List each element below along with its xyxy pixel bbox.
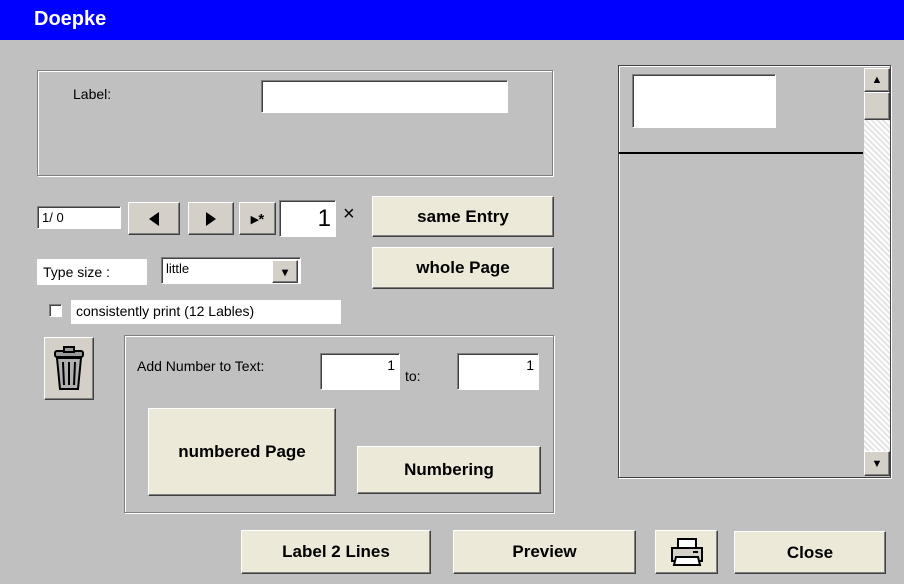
list-divider: [619, 152, 863, 154]
same-entry-button[interactable]: same Entry: [372, 196, 554, 237]
window-title: Doepke: [34, 8, 107, 30]
number-to-input[interactable]: 1: [457, 353, 539, 390]
whole-page-button[interactable]: whole Page: [372, 247, 554, 289]
vertical-scrollbar[interactable]: [864, 68, 890, 476]
times-symbol: ×: [343, 203, 355, 225]
to-label: to:: [405, 368, 421, 384]
type-size-value: little: [166, 261, 190, 276]
title-bar: [0, 0, 904, 40]
scroll-down-button[interactable]: ▼: [864, 451, 890, 476]
label-2-lines-button[interactable]: Label 2 Lines: [241, 530, 431, 574]
type-size-select[interactable]: little ▾: [161, 257, 301, 284]
copies-input[interactable]: 1: [279, 200, 336, 237]
add-number-label: Add Number to Text:: [137, 358, 265, 374]
scroll-up-button[interactable]: ▲: [864, 68, 890, 92]
dropdown-arrow-icon[interactable]: ▾: [272, 260, 298, 283]
close-button[interactable]: Close: [734, 531, 886, 574]
next-record-button[interactable]: [188, 202, 234, 235]
triangle-right-icon: [206, 211, 216, 226]
numbering-button[interactable]: Numbering: [357, 446, 541, 494]
label-input[interactable]: [261, 80, 508, 113]
number-from-input[interactable]: 1: [320, 353, 400, 390]
list-cell[interactable]: [632, 74, 776, 128]
print-button[interactable]: [655, 530, 718, 574]
delete-button[interactable]: [44, 337, 94, 400]
prev-record-button[interactable]: [128, 202, 180, 235]
numbered-page-button[interactable]: numbered Page: [148, 408, 336, 496]
label-caption: Label:: [73, 86, 112, 102]
new-record-button[interactable]: ▸*: [239, 202, 276, 235]
consistently-print-checkbox[interactable]: [49, 304, 62, 317]
triangle-left-icon: [149, 211, 159, 226]
scroll-thumb[interactable]: [864, 92, 890, 120]
record-counter: 1/ 0: [37, 206, 121, 229]
trash-can-icon: [54, 345, 84, 390]
preview-button[interactable]: Preview: [453, 530, 636, 574]
consistently-print-label: consistently print (12 Lables): [71, 300, 341, 324]
printer-icon: [670, 538, 703, 566]
type-size-label: Type size :: [37, 259, 147, 285]
